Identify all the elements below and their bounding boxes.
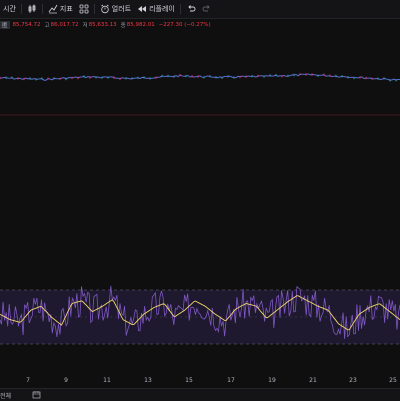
legend-close-value: 85,982.01 xyxy=(126,22,155,28)
chart-canvas[interactable] xyxy=(0,0,400,400)
time-axis-tick: 17 xyxy=(227,377,235,384)
time-axis-tick: 23 xyxy=(349,377,357,384)
legend-open-value: 85,754.72 xyxy=(12,22,41,28)
legend-high-value: 86,017.72 xyxy=(50,22,79,28)
legend-low-label: 저 xyxy=(82,23,88,29)
time-axis-tick: 25 xyxy=(389,377,397,384)
ohlc-legend: 匿 85,754.72 고 86,017.72 저 85,633.13 종 85… xyxy=(0,20,211,30)
legend-high-label: 고 xyxy=(44,23,50,29)
time-axis-tick: 9 xyxy=(64,377,68,384)
time-axis[interactable]: 7 9 11 13 15 17 19 21 23 25 xyxy=(0,373,400,387)
symbol-badge[interactable]: 匿 xyxy=(0,21,10,29)
legend-change: −227.30 (−0.27%) xyxy=(158,22,211,28)
time-axis-tick: 13 xyxy=(144,377,152,384)
price-candle-ticks xyxy=(0,73,397,82)
time-axis-tick: 19 xyxy=(268,377,276,384)
time-axis-tick: 11 xyxy=(103,377,111,384)
range-all-button[interactable]: 전체 xyxy=(0,391,11,400)
bottom-bar: 전체 xyxy=(0,388,400,401)
legend-low-value: 85,633.13 xyxy=(88,22,117,28)
time-axis-tick: 7 xyxy=(26,377,30,384)
legend-close-label: 종 xyxy=(120,23,126,29)
time-axis-tick: 15 xyxy=(185,377,193,384)
calendar-icon[interactable] xyxy=(32,390,41,401)
time-axis-tick: 21 xyxy=(309,377,317,384)
